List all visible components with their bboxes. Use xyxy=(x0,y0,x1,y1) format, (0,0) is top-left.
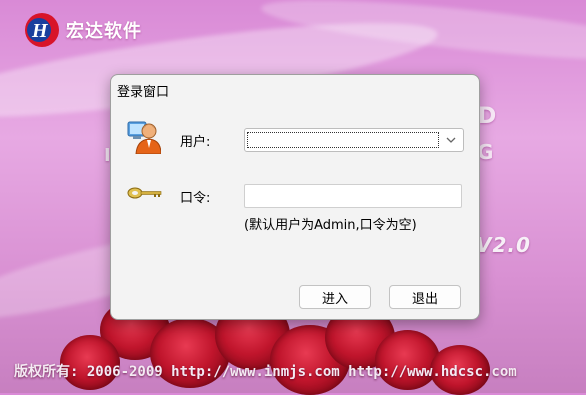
app-title: 宏达软件 xyxy=(66,21,142,42)
version-label: V2.0 xyxy=(476,233,531,257)
rose-decoration xyxy=(375,330,440,390)
default-credentials-hint: (默认用户为Admin,口令为空) xyxy=(244,218,417,233)
copyright-text: 版权所有: 2006-2009 http://www.inmjs.com htt… xyxy=(14,364,517,380)
key-icon xyxy=(127,187,162,199)
svg-text:H: H xyxy=(31,20,49,42)
password-input[interactable] xyxy=(244,184,462,208)
background-letter: D xyxy=(478,104,497,129)
user-input[interactable] xyxy=(247,132,439,148)
chevron-down-icon[interactable] xyxy=(445,134,457,146)
user-combobox[interactable] xyxy=(244,128,464,152)
app-logo-icon: H xyxy=(25,13,59,47)
user-label: 用户: xyxy=(180,135,211,150)
login-button[interactable]: 进入 xyxy=(299,285,371,309)
exit-button[interactable]: 退出 xyxy=(389,285,461,309)
dialog-title: 登录窗口 xyxy=(117,85,170,100)
user-icon xyxy=(127,121,161,154)
password-label: 口令: xyxy=(180,191,211,206)
login-dialog: 登录窗口 用户: 口令: (默认用户为Admin,口令为空) 进入 退出 xyxy=(110,74,480,320)
